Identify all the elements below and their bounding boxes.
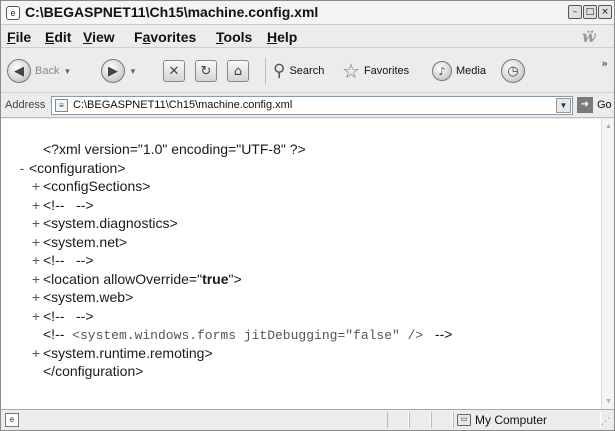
security-zone[interactable]: ▭ My Computer [457, 413, 547, 427]
xml-line[interactable]: + <configSections> [29, 177, 151, 195]
home-button[interactable]: ⌂ [227, 56, 249, 86]
xml-line[interactable]: + <system.diagnostics> [29, 214, 178, 232]
xml-text: <system.net> [43, 233, 128, 250]
collapse-toggle[interactable]: - [15, 159, 29, 177]
forward-button[interactable]: ▶ ▼ [101, 56, 137, 86]
media-button[interactable]: ♪ Media [432, 56, 486, 86]
expand-toggle[interactable]: + [29, 177, 43, 195]
xml-text: true [202, 270, 229, 287]
scroll-down-icon[interactable]: ▼ [603, 395, 614, 408]
xml-line[interactable]: + <!-- --> [29, 307, 94, 325]
menu-view[interactable]: View [83, 29, 115, 45]
menu-help[interactable]: Help [267, 29, 297, 45]
xml-line[interactable]: + <location allowOverride="true"> [29, 270, 242, 288]
expand-toggle[interactable]: + [29, 251, 43, 269]
xml-line: </configuration> [29, 362, 143, 380]
address-input[interactable]: ≡ C:\BEGASPNET11\Ch15\machine.config.xml… [51, 96, 573, 115]
document-view[interactable]: <?xml version="1.0" encoding="UTF-8" ?> -… [1, 119, 601, 409]
ie-app-icon[interactable]: e [6, 6, 20, 20]
expand-toggle[interactable]: + [29, 196, 43, 214]
xml-text: <location allowOverride=" [43, 270, 203, 287]
menu-favorites[interactable]: Favorites [134, 29, 196, 45]
xml-text: <!-- --> [43, 252, 94, 268]
standard-toolbar: ◀ Back ▼ ▶ ▼ ✕ ↻ ⌂ ⚲ Search ☆ Favorites … [1, 49, 614, 93]
expand-toggle[interactable]: + [29, 214, 43, 232]
menu-file[interactable]: File [7, 29, 31, 45]
favorites-star-icon: ☆ [342, 59, 360, 83]
status-pane [431, 412, 453, 428]
stop-button[interactable]: ✕ [163, 56, 185, 86]
xml-text: <system.web> [43, 289, 134, 305]
refresh-icon: ↻ [195, 60, 217, 82]
window-title: C:\BEGASPNET11\Ch15\machine.config.xml [25, 4, 319, 20]
xml-line[interactable]: + <!-- --> [29, 196, 94, 214]
xml-text: <configSections> [43, 178, 151, 194]
status-pane [409, 412, 431, 428]
maximize-button[interactable]: □ [583, 5, 597, 19]
close-button[interactable]: × [598, 5, 612, 19]
xml-text: --> [423, 326, 453, 342]
menu-edit[interactable]: Edit [45, 29, 71, 45]
toolbar-chevron-icon[interactable]: » [601, 57, 608, 70]
xml-text: </configuration> [43, 363, 144, 379]
xml-text: <!-- --> [43, 307, 94, 324]
back-button[interactable]: ◀ Back ▼ [7, 56, 71, 86]
expand-toggle[interactable]: + [29, 288, 43, 306]
xml-line[interactable]: + <system.runtime.remoting> [29, 344, 213, 362]
expand-toggle[interactable]: + [29, 270, 43, 288]
xml-text: <system.windows.forms jitDebugging="fals… [72, 328, 424, 343]
xml-text: <!-- [43, 326, 73, 342]
search-magnifier-icon: ⚲ [273, 61, 286, 81]
menu-tools[interactable]: Tools [216, 29, 252, 45]
xml-text: <system.runtime.remoting> [43, 344, 213, 361]
xml-line[interactable]: + <!-- --> [29, 251, 94, 269]
computer-icon: ▭ [457, 414, 471, 426]
xml-text: <system.diagnostics> [43, 215, 178, 231]
title-bar[interactable]: e C:\BEGASPNET11\Ch15\machine.config.xml… [1, 1, 614, 25]
browser-window: e C:\BEGASPNET11\Ch15\machine.config.xml… [0, 0, 615, 431]
window-controls: – □ × [568, 5, 612, 19]
favorites-button[interactable]: ☆ Favorites [342, 56, 409, 86]
expand-toggle[interactable]: + [29, 233, 43, 251]
address-bar: Address ≡ C:\BEGASPNET11\Ch15\machine.co… [1, 94, 614, 118]
back-arrow-icon: ◀ [7, 59, 31, 83]
xml-line[interactable]: + <system.net> [29, 233, 127, 251]
forward-dropdown-icon[interactable]: ▼ [129, 67, 137, 76]
go-arrow-icon: ➜ [577, 97, 593, 113]
page-status-icon: e [5, 413, 19, 427]
address-label: Address [5, 99, 46, 111]
xml-text: <configuration> [29, 159, 126, 176]
back-dropdown-icon[interactable]: ▼ [63, 67, 71, 76]
expand-toggle[interactable]: + [29, 344, 43, 362]
menu-bar: File Edit View Favorites Tools Help ẅ [1, 26, 614, 48]
xml-file-icon: ≡ [55, 99, 68, 112]
address-dropdown-icon[interactable]: ▼ [556, 98, 571, 113]
home-icon: ⌂ [227, 60, 249, 82]
status-pane [387, 412, 409, 428]
go-button[interactable]: ➜ Go [577, 97, 612, 113]
xml-line: <?xml version="1.0" encoding="UTF-8" ?> [29, 140, 306, 158]
xml-line[interactable]: - <configuration> [15, 159, 126, 177]
expand-toggle[interactable]: + [29, 307, 43, 325]
xml-line: <!-- <system.windows.forms jitDebugging=… [29, 325, 452, 343]
vertical-scrollbar[interactable]: ▲ ▼ [601, 119, 614, 409]
address-value: C:\BEGASPNET11\Ch15\machine.config.xml [73, 99, 293, 111]
forward-arrow-icon: ▶ [101, 59, 125, 83]
history-clock-icon: ◷ [501, 59, 525, 83]
resize-grip-icon[interactable]: ⋰ [601, 417, 612, 428]
toolbar-separator [265, 58, 266, 84]
windows-flag-logo-icon: ẅ [582, 27, 596, 46]
status-bar: e ▭ My Computer ⋰ [1, 409, 614, 430]
stop-icon: ✕ [163, 60, 185, 82]
refresh-button[interactable]: ↻ [195, 56, 217, 86]
xml-text: "> [228, 270, 242, 287]
scroll-up-icon[interactable]: ▲ [603, 120, 614, 133]
xml-text: <!-- --> [43, 196, 94, 213]
minimize-button[interactable]: – [568, 5, 582, 19]
media-icon: ♪ [432, 61, 452, 81]
search-button[interactable]: ⚲ Search [273, 56, 324, 86]
xml-text: <?xml version="1.0" encoding="UTF-8" ?> [43, 141, 306, 157]
xml-line[interactable]: + <system.web> [29, 288, 133, 306]
history-button[interactable]: ◷ [501, 56, 525, 86]
